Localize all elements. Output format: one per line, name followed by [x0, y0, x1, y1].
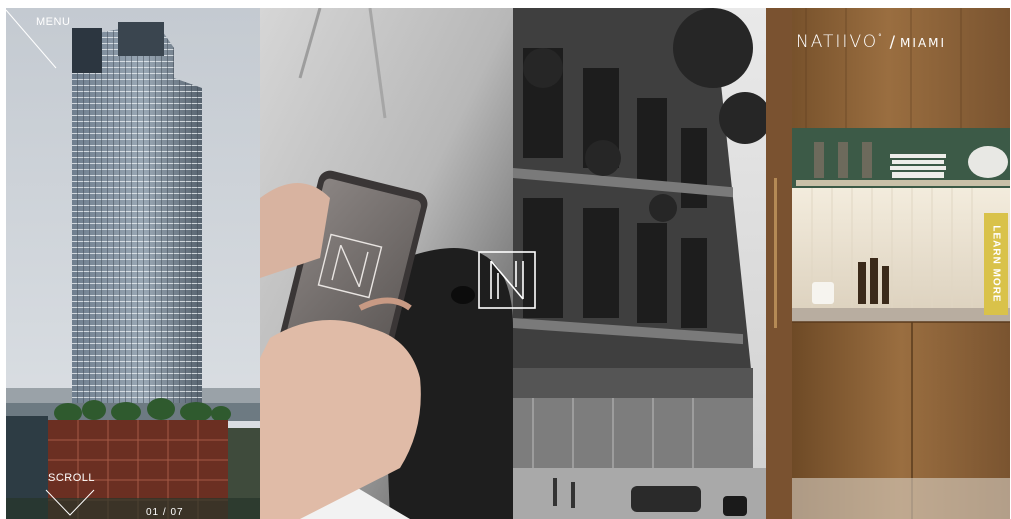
learn-more-label: LEARN MORE — [990, 225, 1002, 303]
panel-kitchen-image — [766, 8, 1010, 519]
scroll-button[interactable]: SCROLL — [40, 472, 100, 518]
slide-counter: 01 / 07 — [146, 507, 184, 518]
panel-phone-image — [260, 8, 513, 519]
menu-label: MENU — [36, 16, 71, 28]
scroll-label: SCROLL — [48, 472, 96, 484]
brand-logo-link[interactable]: NATIIVO° / MIAMI — [796, 32, 946, 52]
brand-separator: / — [889, 32, 898, 51]
chevron-down-icon — [45, 489, 95, 516]
diagonal-line-icon — [5, 9, 57, 69]
learn-more-button[interactable]: LEARN MORE — [984, 213, 1008, 315]
panel-facade-image — [513, 8, 766, 519]
panel-tower-image — [6, 8, 260, 519]
brand-city: MIAMI — [900, 36, 947, 50]
menu-button[interactable]: MENU — [0, 0, 80, 70]
n-monogram-icon[interactable] — [478, 251, 536, 309]
brand-trademark: ° — [878, 33, 884, 41]
brand-name: NATIIVO — [796, 32, 879, 52]
